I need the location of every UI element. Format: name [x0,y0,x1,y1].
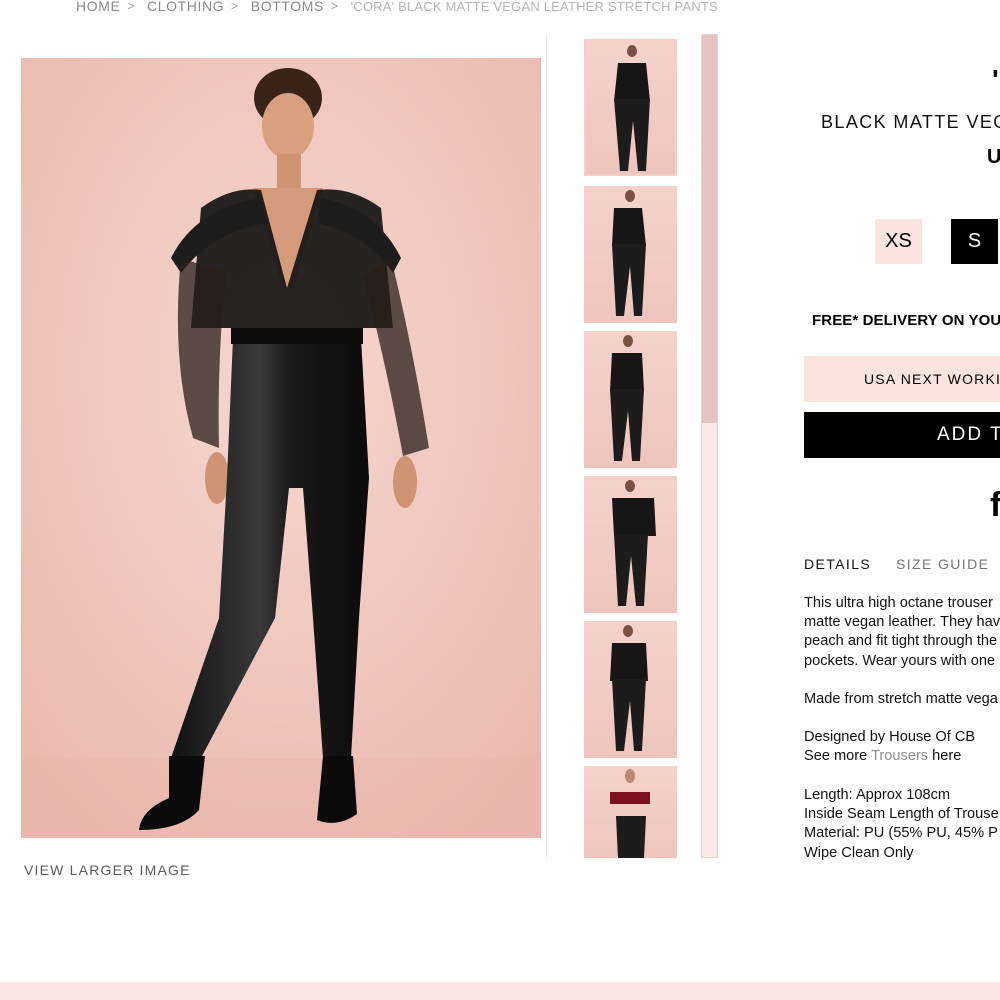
size-option-xs[interactable]: XS [875,219,922,264]
thumbnail-2[interactable] [584,186,677,323]
breadcrumb-separator: > [127,0,136,13]
product-subtitle: BLACK MATTE VEGA [821,112,1000,132]
breadcrumb: HOME > CLOTHING > BOTTOMS > 'CORA' BLACK… [76,0,718,16]
view-larger-image-link[interactable]: VIEW LARGER IMAGE [24,862,191,878]
tab-size-guide[interactable]: SIZE GUIDE [896,556,989,572]
see-more-suffix: here [928,748,962,765]
description-line: peach and fit tight through the [804,633,998,650]
product-title: ' [992,64,999,95]
breadcrumb-clothing[interactable]: CLOTHING [147,0,224,14]
description-line: This ultra high octane trouser [804,595,994,611]
spec-line: Material: PU (55% PU, 45% P [804,825,998,842]
trousers-link[interactable]: Trousers [871,748,928,764]
breadcrumb-bottoms[interactable]: BOTTOMS [251,0,324,14]
gallery-divider [546,34,547,858]
product-price: U [987,146,1000,168]
thumbnail-image [612,190,646,316]
designed-by: Designed by House Of CB [804,729,976,745]
free-delivery-notice: FREE* DELIVERY ON YOUR [812,312,1000,329]
main-product-image[interactable] [21,58,541,838]
product-specs: Length: Approx 108cm Inside Seam Length … [804,786,1000,863]
breadcrumb-separator: > [231,0,239,13]
see-more-prefix: See more [804,748,872,765]
breadcrumb-current: 'CORA' BLACK MATTE VEGAN LEATHER STRETCH… [350,0,718,14]
thumbnail-image [610,335,644,461]
scrollbar-thumb[interactable] [702,35,717,423]
shipping-option-select[interactable]: USA NEXT WORKI [804,356,1000,402]
footer-band [0,982,1000,1000]
spec-line: Length: Approx 108cm [804,787,951,803]
description-line: matte vegan leather. They hav [804,614,1000,631]
see-more-line: See more Trousers here [804,747,1000,766]
model-illustration [21,58,541,838]
description-line: Made from stretch matte vega [804,691,998,707]
breadcrumb-separator: > [330,0,339,13]
spec-line: Wipe Clean Only [804,844,914,861]
description-line: pockets. Wear yours with one [804,652,996,669]
breadcrumb-home[interactable]: HOME [76,0,120,14]
add-to-bag-button[interactable]: ADD T [804,412,1000,458]
thumbnail-image [610,625,648,751]
size-option-s[interactable]: S [951,219,998,264]
material-note: Made from stretch matte vega [804,690,1000,709]
thumbnail-1[interactable] [584,39,677,176]
thumbnail-3[interactable] [584,331,677,468]
product-description: This ultra high octane trouser matte veg… [804,594,1000,671]
designer-info: Designed by House Of CB See more Trouser… [804,728,1000,766]
thumbnail-6[interactable] [584,766,677,858]
facebook-icon[interactable]: f [990,486,1000,525]
thumbnail-image [610,769,650,858]
spec-line: Inside Seam Length of Trouse [804,806,999,823]
thumbnail-4[interactable] [584,476,677,613]
thumbnail-image [614,45,650,171]
tab-details[interactable]: DETAILS [804,556,871,572]
thumbnail-image [612,480,656,606]
thumbnail-5[interactable] [584,621,677,758]
